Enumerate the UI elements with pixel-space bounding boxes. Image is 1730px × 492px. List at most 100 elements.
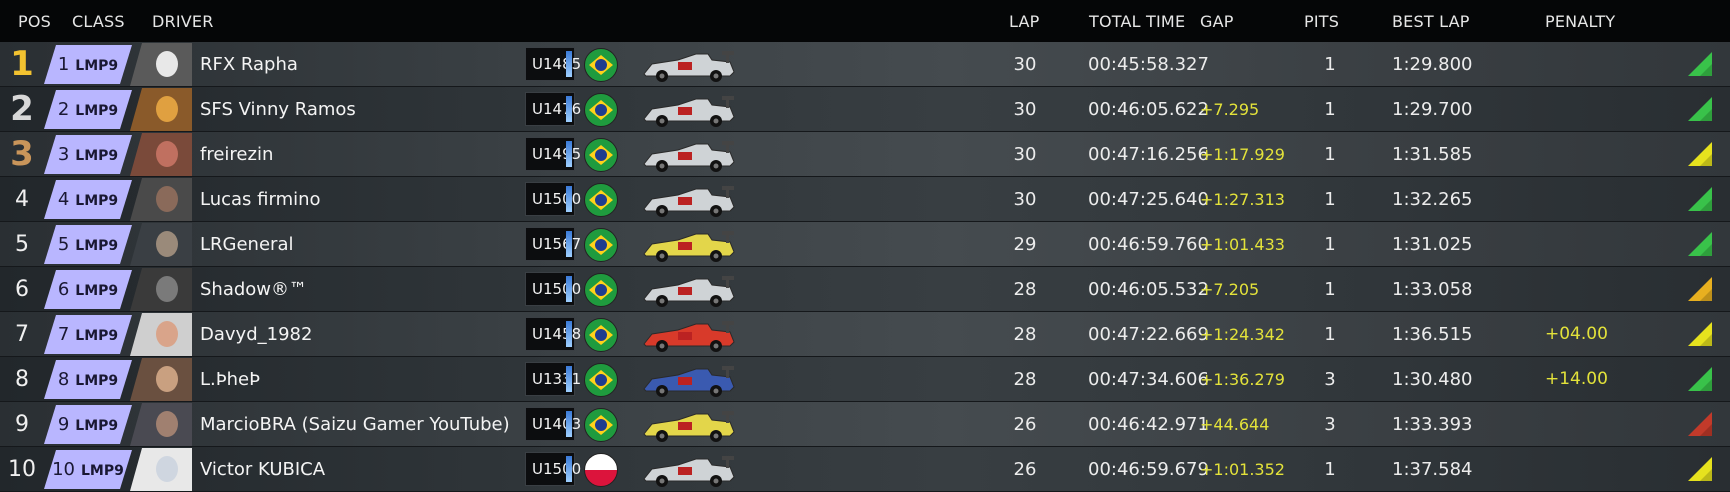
- gap: +44.644: [1200, 415, 1270, 434]
- gap: +7.205: [1200, 280, 1260, 299]
- gap: +1:01.433: [1200, 235, 1285, 254]
- driver-name: LRGeneral: [200, 234, 294, 255]
- lap-count: 28: [1013, 324, 1037, 345]
- total-time: 00:47:22.669: [1088, 324, 1209, 345]
- table-row[interactable]: 8 8 LMP9 L.ÞheÞ U1331 28 00:47:34.606 +1:36.279…: [0, 357, 1730, 402]
- lap-count: 28: [1013, 279, 1037, 300]
- best-lap: 1:29.700: [1392, 99, 1473, 120]
- rating-value: U1331: [532, 370, 582, 388]
- avatar: [130, 268, 192, 311]
- lap-count: 29: [1013, 234, 1037, 255]
- rating-value: U1476: [532, 100, 582, 118]
- position: 6: [15, 277, 29, 302]
- best-lap: 1:29.800: [1392, 54, 1473, 75]
- pit-count: 1: [1324, 99, 1336, 120]
- gap: +1:27.313: [1200, 190, 1285, 209]
- class-badge: 8 LMP9: [44, 360, 132, 399]
- class-badge: 10 LMP9: [44, 450, 132, 489]
- table-row[interactable]: 2 2 LMP9 SFS Vinny Ramos U1476 30 00:46:05.622…: [0, 87, 1730, 132]
- header-best-lap: BEST LAP: [1392, 12, 1470, 31]
- safety-rating-badge: U1500: [525, 272, 581, 306]
- class-name: LMP9: [75, 328, 119, 344]
- class-number: 8: [57, 369, 70, 390]
- lap-count: 30: [1013, 99, 1037, 120]
- brazil-flag-icon: [584, 228, 618, 262]
- penalty: +14.00: [1545, 369, 1608, 389]
- class-badge: 5 LMP9: [44, 225, 132, 264]
- car-icon: [643, 321, 735, 352]
- table-row[interactable]: 7 7 LMP9 Davyd_1982 U1458 28 00:47:22.669 +1:24…: [0, 312, 1730, 357]
- rating-value: U1500: [532, 190, 582, 208]
- header-class: CLASS: [72, 12, 125, 31]
- pit-count: 1: [1324, 324, 1336, 345]
- table-header: POS CLASS DRIVER LAP TOTAL TIME GAP PITS…: [0, 0, 1730, 42]
- class-name: LMP9: [75, 148, 119, 164]
- class-badge: 7 LMP9: [44, 315, 132, 354]
- car-icon: [643, 366, 735, 397]
- brazil-flag-icon: [584, 138, 618, 172]
- class-number: 6: [57, 279, 70, 300]
- penalty: +04.00: [1545, 324, 1608, 344]
- poland-flag-icon: [584, 453, 618, 487]
- brazil-flag-icon: [584, 318, 618, 352]
- car-icon: [643, 411, 735, 442]
- pit-count: 1: [1324, 459, 1336, 480]
- avatar: [130, 43, 192, 86]
- total-time: 00:46:05.532: [1088, 279, 1209, 300]
- trend-indicator-icon: [1688, 232, 1712, 256]
- pit-count: 1: [1324, 54, 1336, 75]
- car-icon: [643, 276, 735, 307]
- header-gap: GAP: [1200, 12, 1234, 31]
- class-badge: 4 LMP9: [44, 180, 132, 219]
- brazil-flag-icon: [584, 48, 618, 82]
- trend-indicator-icon: [1688, 367, 1712, 391]
- class-number: 5: [57, 234, 70, 255]
- avatar: [130, 133, 192, 176]
- safety-rating-badge: U1476: [525, 92, 581, 126]
- car-icon: [643, 231, 735, 262]
- results-board: POS CLASS DRIVER LAP TOTAL TIME GAP PITS…: [0, 0, 1730, 492]
- lap-count: 30: [1013, 54, 1037, 75]
- rating-value: U1495: [532, 145, 582, 163]
- class-badge: 6 LMP9: [44, 270, 132, 309]
- class-number: 9: [57, 414, 70, 435]
- driver-name: Shadow®™: [200, 279, 308, 300]
- lap-count: 30: [1013, 189, 1037, 210]
- table-row[interactable]: 1 1 LMP9 RFX Rapha U1485 30 00:45:58.327 1 1:29.…: [0, 42, 1730, 87]
- position: 8: [15, 367, 29, 392]
- lap-count: 26: [1013, 459, 1037, 480]
- pit-count: 1: [1324, 279, 1336, 300]
- header-pits: PITS: [1304, 12, 1340, 31]
- position: 9: [15, 412, 29, 437]
- header-pos: POS: [18, 12, 51, 31]
- table-row[interactable]: 9 9 LMP9 MarcioBRA (Saizu Gamer YouTube) U14…: [0, 402, 1730, 447]
- avatar: [130, 448, 192, 491]
- gap: +1:24.342: [1200, 325, 1285, 344]
- position: 3: [10, 134, 34, 174]
- car-icon: [643, 141, 735, 172]
- best-lap: 1:36.515: [1392, 324, 1473, 345]
- pit-count: 1: [1324, 144, 1336, 165]
- car-icon: [643, 51, 735, 82]
- table-row[interactable]: 10 10 LMP9 Victor KUBICA U1500 26 00:46:59.679…: [0, 447, 1730, 492]
- class-number: 4: [57, 189, 70, 210]
- safety-rating-badge: U1331: [525, 362, 581, 396]
- trend-indicator-icon: [1688, 457, 1712, 481]
- table-row[interactable]: 4 4 LMP9 Lucas firmino U1500 30 00:47:25.640 +1…: [0, 177, 1730, 222]
- driver-name: freirezin: [200, 144, 274, 165]
- driver-name: Davyd_1982: [200, 324, 313, 345]
- class-name: LMP9: [81, 463, 124, 479]
- safety-rating-badge: U1403: [525, 407, 581, 441]
- lap-count: 30: [1013, 144, 1037, 165]
- total-time: 00:46:42.971: [1088, 414, 1209, 435]
- gap: +1:17.929: [1200, 145, 1285, 164]
- brazil-flag-icon: [584, 93, 618, 127]
- table-row[interactable]: 3 3 LMP9 freirezin U1495 30 00:47:16.256 +1:17.…: [0, 132, 1730, 177]
- driver-name: SFS Vinny Ramos: [200, 99, 356, 120]
- table-row[interactable]: 6 6 LMP9 Shadow®™ U1500 28 00:46:05.532 +7.205 1…: [0, 267, 1730, 312]
- class-number: 10: [52, 459, 76, 480]
- best-lap: 1:31.585: [1392, 144, 1473, 165]
- avatar: [130, 313, 192, 356]
- table-row[interactable]: 5 5 LMP9 LRGeneral U1567 29 00:46:59.760 +1:01.…: [0, 222, 1730, 267]
- avatar: [130, 223, 192, 266]
